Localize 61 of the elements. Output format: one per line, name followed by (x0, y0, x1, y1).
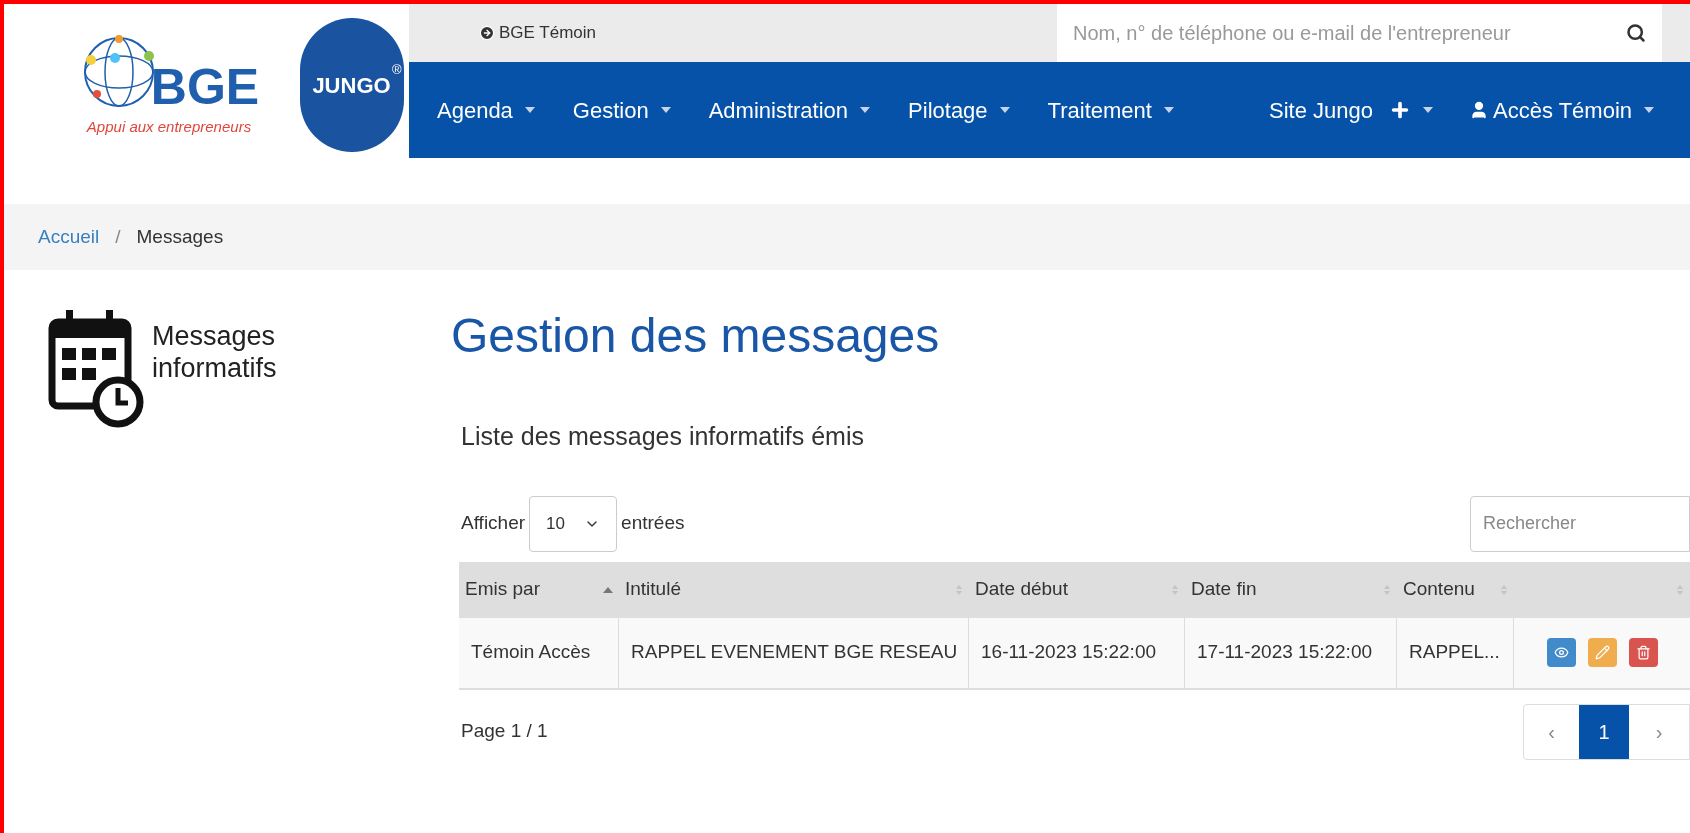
table-cell: Témoin Accès (459, 617, 619, 688)
caret-icon (524, 107, 535, 113)
logo-tagline: Appui aux entrepreneurs (86, 116, 252, 137)
table-search-field[interactable]: Rechercher (1470, 495, 1690, 552)
edit-button[interactable] (1587, 638, 1617, 667)
pencil-icon (1594, 645, 1610, 660)
trash-icon (1635, 645, 1651, 660)
caret-icon (1423, 107, 1433, 113)
length-label: entrées (621, 511, 685, 536)
column-label: Contenu (1403, 577, 1475, 602)
column-header[interactable]: Contenu (1397, 561, 1514, 618)
jungo-logo-text: JUNGO (312, 71, 391, 100)
page-info: Page 1 / 1 (461, 719, 548, 744)
table-cell: RAPPEL EVENEMENT BGE RESEAU (619, 617, 969, 688)
bge-temoin-link[interactable]: BGE Témoin (479, 20, 596, 46)
caret-icon (999, 107, 1010, 113)
sidebar-title: Messages informatifs (152, 320, 278, 385)
caret-icon (860, 107, 871, 113)
nav-menu-item[interactable]: Traitement (1047, 93, 1174, 127)
table-cell: RAPPEL... (1397, 617, 1514, 688)
page-title: Gestion des messages (451, 308, 941, 364)
column-label: Intitulé (625, 577, 681, 602)
bge-logo[interactable]: BGE Appui aux entrepreneurs (4, 4, 294, 166)
next-page-button[interactable]: › (1629, 704, 1689, 759)
entrepreneur-search-field[interactable]: Nom, n° de téléphone ou e-mail de l'entrepreneur (1057, 4, 1662, 62)
view-button[interactable] (1546, 638, 1576, 667)
user-icon (1469, 100, 1489, 120)
breadcrumb-link[interactable]: Accueil (38, 222, 100, 252)
nav-menu-item[interactable]: Agenda (437, 93, 535, 127)
column-header[interactable]: Emis par (459, 561, 619, 618)
caret-icon (1163, 107, 1174, 113)
section-subtitle: Liste des messages informatifs émis (461, 421, 865, 452)
nav-menu-item[interactable]: Administration (708, 93, 871, 127)
nav-menu-item[interactable]: Accès Témoin (1469, 93, 1654, 127)
breadcrumb-link[interactable]: Messages (136, 222, 224, 252)
page-button[interactable]: 1 (1579, 704, 1629, 759)
nav-menu-item[interactable]: Pilotage (908, 93, 1010, 127)
column-label: Emis par (465, 577, 540, 602)
plus-icon (1389, 99, 1411, 121)
search-icon[interactable] (1626, 23, 1646, 43)
length-label: Afficher (461, 511, 526, 536)
table-cell: 17-11-2023 15:22:00 (1185, 617, 1397, 688)
column-label: Date début (975, 577, 1068, 602)
table-cell: 16-11-2023 15:22:00 (969, 617, 1185, 688)
caret-icon (1644, 107, 1654, 113)
registered-mark: ® (391, 61, 402, 79)
eye-icon (1553, 645, 1569, 660)
breadcrumb-separator: / (115, 224, 121, 249)
previous-page-button[interactable]: ‹ (1524, 704, 1579, 759)
column-label: Date fin (1191, 577, 1257, 602)
entries-select[interactable]: 10 (529, 495, 618, 552)
column-header[interactable]: Intitulé (619, 561, 969, 618)
delete-button[interactable] (1628, 638, 1658, 667)
caret-icon (660, 107, 671, 113)
column-header[interactable]: Date début (969, 561, 1185, 618)
nav-menu-item[interactable]: Gestion (572, 93, 671, 127)
search-input[interactable]: Nom, n° de téléphone ou e-mail de l'entrepreneur (1073, 18, 1626, 48)
logo-name: BGE (150, 61, 260, 112)
jungo-logo[interactable]: JUNGO ® (299, 18, 404, 152)
column-header[interactable]: Date fin (1185, 561, 1397, 618)
nav-menu-item[interactable]: Site Jungo (1269, 93, 1433, 127)
